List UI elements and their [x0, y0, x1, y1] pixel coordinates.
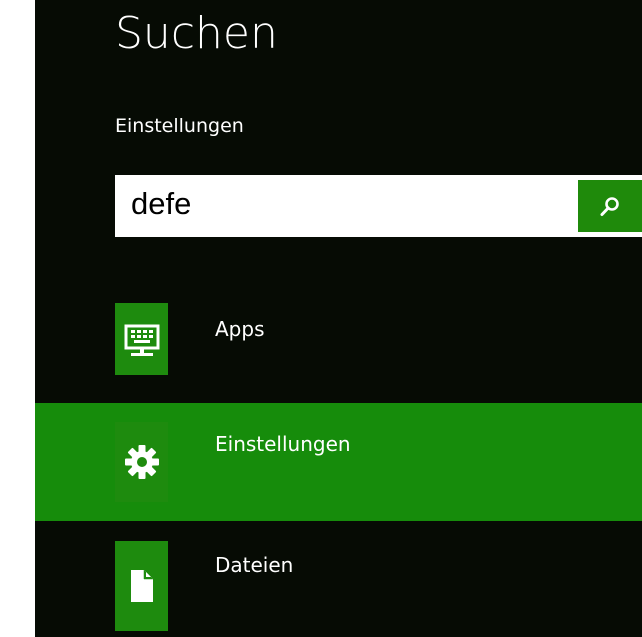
apps-tile	[115, 303, 168, 375]
result-label-apps: Apps	[215, 317, 265, 341]
search-scope-label[interactable]: Einstellungen	[115, 117, 244, 136]
search-icon	[600, 197, 619, 216]
gear-icon	[124, 445, 159, 479]
result-settings[interactable]: Einstellungen	[35, 403, 642, 521]
settings-tile	[115, 422, 168, 502]
pane-title: Suchen	[115, 8, 278, 59]
keyboard-monitor-icon	[124, 324, 159, 356]
search-charm: Suchen Einstellungen defe Apps Einstellu…	[0, 0, 642, 637]
result-apps[interactable]: Apps	[35, 303, 642, 383]
result-files[interactable]: Dateien	[35, 541, 642, 637]
search-input[interactable]: defe	[115, 175, 642, 237]
result-label-files: Dateien	[215, 553, 294, 577]
document-icon	[130, 570, 153, 602]
search-button[interactable]	[578, 180, 642, 232]
search-pane: Suchen Einstellungen defe Apps Einstellu…	[35, 0, 642, 637]
result-label-settings: Einstellungen	[215, 432, 351, 456]
files-tile	[115, 541, 168, 631]
search-query-text: defe	[131, 186, 192, 221]
